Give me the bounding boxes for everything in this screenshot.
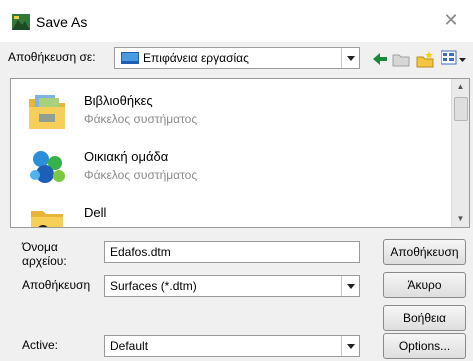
window-title: Save As xyxy=(36,14,88,30)
file-type: Φάκελος συστήματος xyxy=(84,168,198,182)
save-type-dropdown-button[interactable] xyxy=(341,276,359,296)
up-folder-icon[interactable] xyxy=(392,50,410,68)
location-dropdown-button[interactable] xyxy=(341,48,359,68)
active-dropdown-button[interactable] xyxy=(341,336,359,356)
back-arrow-icon[interactable] xyxy=(371,50,389,68)
list-item[interactable]: Dell xyxy=(11,197,451,227)
filename-value: Edafos.dtm xyxy=(110,245,171,259)
close-button[interactable]: ✕ xyxy=(437,10,465,30)
chevron-down-icon xyxy=(346,283,355,289)
active-label: Active: xyxy=(22,338,59,352)
save-in-label: Αποθήκευση σε: xyxy=(8,50,96,64)
file-name: Βιβλιοθήκες xyxy=(84,93,153,108)
list-item[interactable]: Βιβλιοθήκες Φάκελος συστήματος xyxy=(11,85,451,139)
location-value: Επιφάνεια εργασίας xyxy=(143,51,249,65)
location-select[interactable]: Επιφάνεια εργασίας xyxy=(114,47,360,69)
active-select[interactable]: Default xyxy=(104,335,360,357)
file-name: Οικιακή ομάδα xyxy=(84,149,169,164)
save-button[interactable]: Αποθήκευση xyxy=(383,239,466,265)
scroll-down-arrow-icon[interactable]: ▼ xyxy=(452,211,469,227)
chevron-down-icon xyxy=(346,343,355,349)
file-type: Φάκελος συστήματος xyxy=(84,112,198,126)
vertical-scrollbar[interactable]: ▲ ▼ xyxy=(451,79,469,227)
file-list[interactable]: Βιβλιοθήκες Φάκελος συστήματος Οικιακή ο… xyxy=(10,78,470,228)
list-item[interactable]: Οικιακή ομάδα Φάκελος συστήματος xyxy=(11,141,451,195)
close-icon: ✕ xyxy=(443,10,459,30)
new-folder-icon[interactable] xyxy=(416,50,434,68)
active-value: Default xyxy=(110,339,149,353)
save-type-select[interactable]: Surfaces (*.dtm) xyxy=(104,275,360,297)
filename-input[interactable]: Edafos.dtm xyxy=(104,241,360,263)
scroll-thumb[interactable] xyxy=(454,97,468,121)
save-type-value: Surfaces (*.dtm) xyxy=(110,279,197,293)
help-button[interactable]: Βοήθεια xyxy=(383,305,466,331)
app-icon xyxy=(12,14,30,30)
libraries-folder-icon xyxy=(29,95,65,129)
homegroup-icon xyxy=(30,151,65,183)
options-button[interactable]: Options... xyxy=(383,333,466,359)
chevron-down-icon xyxy=(459,58,466,62)
filename-label: Όνομα αρχείου: xyxy=(22,240,67,268)
cancel-button[interactable]: Άκυρο xyxy=(383,272,466,298)
title-bar: Save As ✕ xyxy=(0,0,473,42)
views-menu-icon xyxy=(440,50,457,65)
chevron-down-icon xyxy=(346,55,355,61)
user-folder-icon xyxy=(31,211,63,227)
desktop-icon xyxy=(121,52,139,64)
scroll-up-arrow-icon[interactable]: ▲ xyxy=(452,79,469,95)
save-type-label: Αποθήκευση xyxy=(22,278,91,292)
file-name: Dell xyxy=(84,205,107,220)
views-menu-button[interactable] xyxy=(440,50,467,68)
